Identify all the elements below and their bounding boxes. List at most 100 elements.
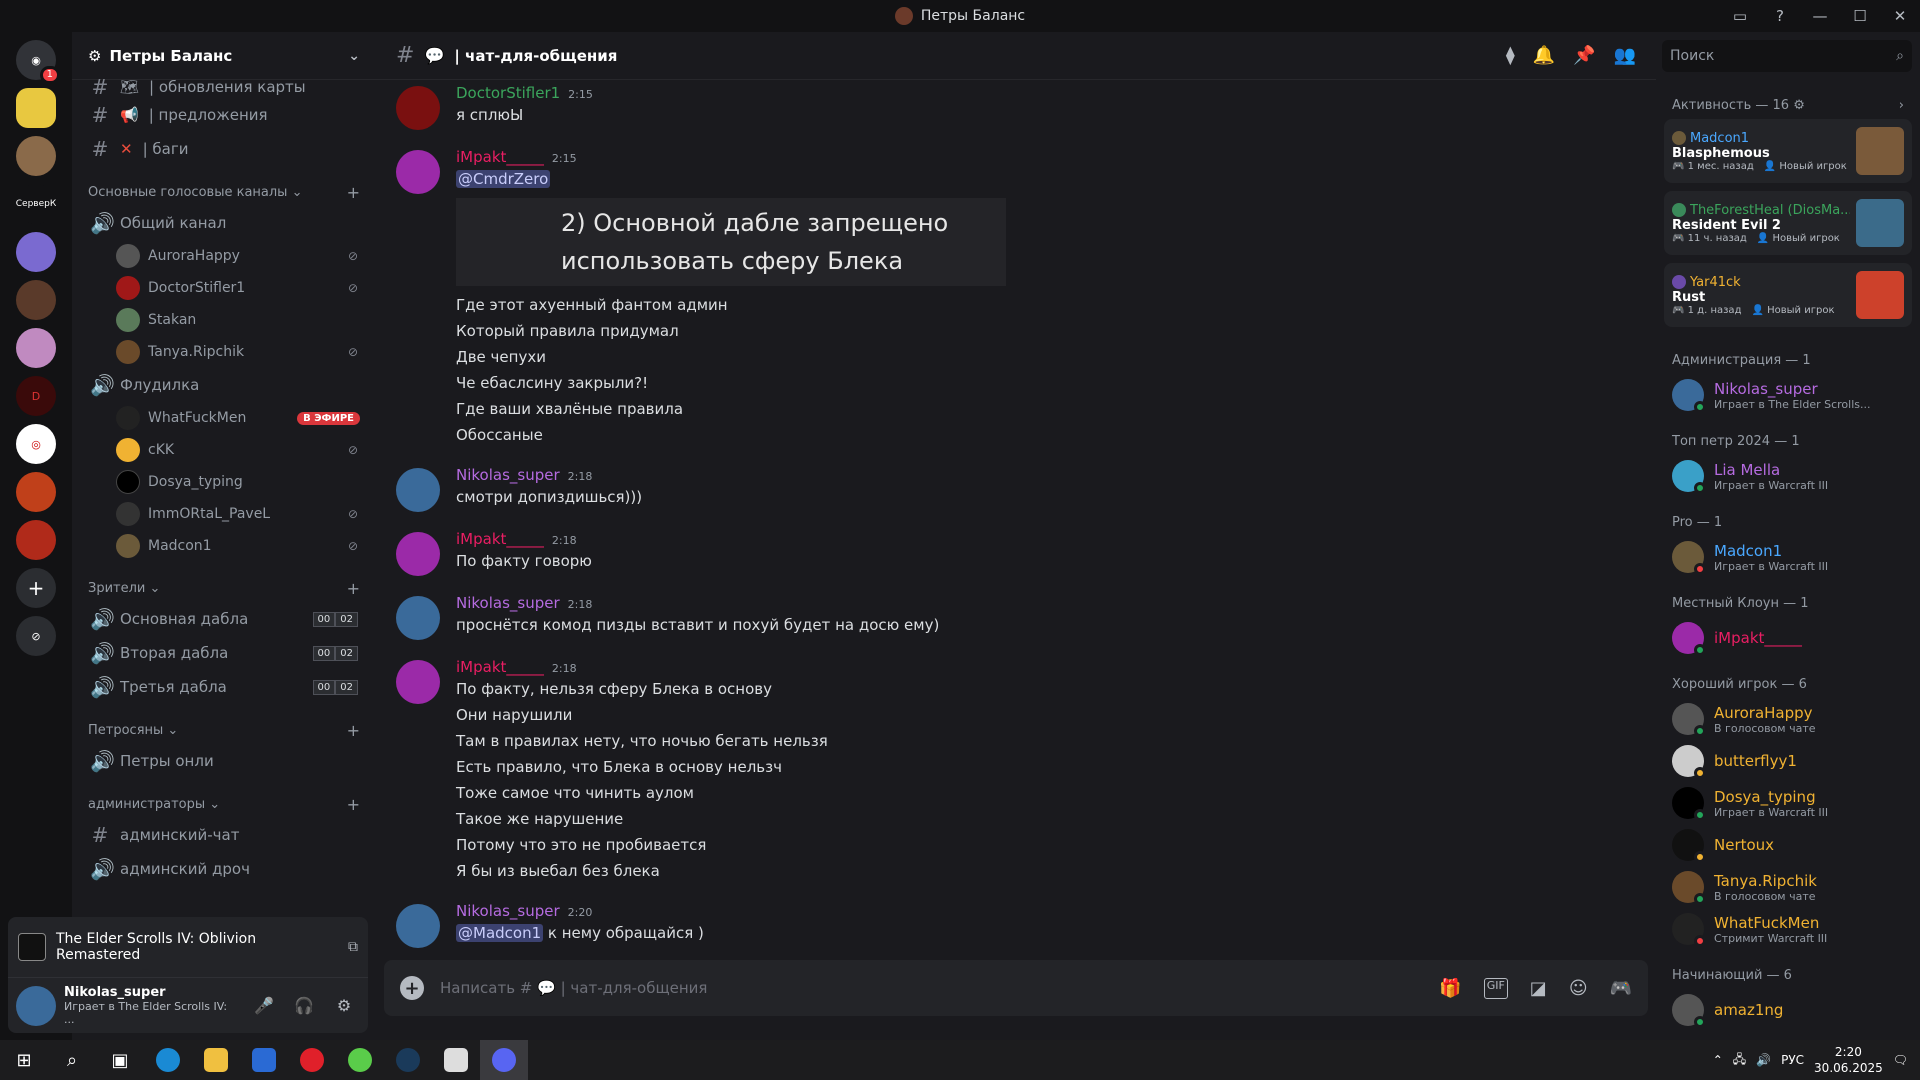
add-channel-icon[interactable]: +	[347, 183, 360, 202]
add-channel-icon[interactable]: +	[347, 579, 360, 598]
member-item[interactable]: iMpakt_____	[1664, 617, 1912, 659]
discord-icon[interactable]	[480, 1040, 528, 1080]
message-input[interactable]: Написать # 💬 | чат-для-общения	[440, 979, 707, 997]
category-header[interactable]: Петросяны ⌄ +	[80, 716, 368, 744]
voice-user[interactable]: ImmORtaL_PaveL ⊘	[80, 498, 368, 530]
chevron-right-icon[interactable]: ›	[1899, 98, 1904, 113]
sticker-icon[interactable]: ◪	[1530, 978, 1547, 999]
activity-card[interactable]: TheForestHeal (DiosMa... Resident Evil 2…	[1664, 191, 1912, 255]
voice-user[interactable]: WhatFuckMen В ЭФИРЕ	[80, 402, 368, 434]
add-channel-icon[interactable]: +	[347, 721, 360, 740]
embedded-image[interactable]: 2) Основной дабле запрещено использовать…	[456, 198, 1006, 286]
server-icon[interactable]: D	[16, 376, 56, 416]
category-header[interactable]: Зрители ⌄ +	[80, 574, 368, 602]
gear-icon[interactable]: ⚙	[328, 990, 360, 1022]
minimize-button[interactable]: —	[1800, 0, 1840, 32]
user-mention[interactable]: @Madcon1	[456, 924, 544, 942]
voice-channel[interactable]: 🔊 Флудилка	[80, 368, 368, 402]
avatar[interactable]	[396, 150, 440, 194]
voice-user[interactable]: Dosya_typing	[80, 466, 368, 498]
add-server-icon[interactable]: +	[16, 568, 56, 608]
add-channel-icon[interactable]: +	[347, 795, 360, 814]
avatar[interactable]	[396, 532, 440, 576]
network-icon[interactable]: 🖧	[1733, 1050, 1746, 1071]
voice-user[interactable]: cKK ⊘	[80, 434, 368, 466]
voice-channel[interactable]: 🔊 Вторая дабла 00 02	[80, 636, 368, 670]
member-item[interactable]: Dosya_typing Играет в Warcraft III	[1664, 782, 1912, 824]
member-item[interactable]: amaz1ng	[1664, 989, 1912, 1031]
store-icon[interactable]	[240, 1040, 288, 1080]
message-composer[interactable]: + Написать # 💬 | чат-для-общения 🎁 GIF ◪…	[384, 960, 1648, 1016]
member-item[interactable]: Nertoux	[1664, 824, 1912, 866]
channel-item[interactable]: # 🗺 | обновления карты	[80, 75, 368, 99]
message-author[interactable]: Nikolas_super	[456, 594, 560, 612]
message-author[interactable]: iMpakt_____	[456, 148, 544, 166]
avatar[interactable]	[396, 904, 440, 948]
emoji-icon[interactable]: ☺	[1569, 978, 1588, 999]
headphones-icon[interactable]: 🎧	[288, 990, 320, 1022]
member-item[interactable]: AuroraHappy В голосовом чате	[1664, 698, 1912, 740]
inbox-icon[interactable]: ▭	[1720, 0, 1760, 32]
member-item[interactable]: Lia Mella Играет в Warcraft III	[1664, 455, 1912, 497]
channel-item[interactable]: # ✕ | баги	[80, 132, 368, 166]
voice-channel[interactable]: 🔊 Третья дабла 00 02	[80, 670, 368, 704]
edge-icon[interactable]	[144, 1040, 192, 1080]
server-icon[interactable]	[16, 520, 56, 560]
message-author[interactable]: DoctorStifler1	[456, 84, 560, 102]
member-item[interactable]: Madcon1 Играет в Warcraft III	[1664, 536, 1912, 578]
category-header[interactable]: администраторы ⌄ +	[80, 790, 368, 818]
server-header[interactable]: ⚙ Петры Баланс ⌄	[72, 32, 376, 80]
server-icon[interactable]	[16, 232, 56, 272]
avatar[interactable]	[396, 86, 440, 130]
windows-start-icon[interactable]: ⊞	[0, 1040, 48, 1080]
server-icon[interactable]	[16, 136, 56, 176]
message-author[interactable]: iMpakt_____	[456, 658, 544, 676]
category-header[interactable]: Основные голосовые каналы ⌄ +	[80, 178, 368, 206]
avatar[interactable]	[396, 468, 440, 512]
member-item[interactable]: Tanya.Ripchik В голосовом чате	[1664, 866, 1912, 908]
voice-user[interactable]: DoctorStifler1 ⊘	[80, 272, 368, 304]
clock[interactable]: 2:20 30.06.2025	[1814, 1044, 1883, 1076]
voice-channel[interactable]: 🔊 админский дроч	[80, 852, 368, 886]
maximize-button[interactable]: ☐	[1840, 0, 1880, 32]
member-item[interactable]: butterflyy1	[1664, 740, 1912, 782]
avatar[interactable]	[396, 596, 440, 640]
server-icon-active[interactable]	[16, 280, 56, 320]
activity-panel[interactable]: The Elder Scrolls IV: Oblivion Remastere…	[8, 917, 368, 977]
voice-channel[interactable]: 🔊 Петры онли	[80, 744, 368, 778]
close-button[interactable]: ✕	[1880, 0, 1920, 32]
task-view-icon[interactable]: ▣	[96, 1040, 144, 1080]
server-icon[interactable]	[16, 88, 56, 128]
help-icon[interactable]: ?	[1760, 0, 1800, 32]
server-icon[interactable]: ◎	[16, 424, 56, 464]
user-mention[interactable]: @CmdrZero	[456, 170, 551, 188]
activity-card[interactable]: Yar41ck Rust 🎮 1 д. назад 👤 Новый игрок	[1664, 263, 1912, 327]
attach-button[interactable]: +	[400, 976, 424, 1000]
server-icon[interactable]	[16, 472, 56, 512]
avatar[interactable]	[16, 985, 56, 1026]
share-screen-icon[interactable]: ⧉	[348, 939, 358, 955]
opera-icon[interactable]	[288, 1040, 336, 1080]
language-indicator[interactable]: РУС	[1781, 1053, 1804, 1067]
microphone-icon[interactable]: 🎤	[248, 990, 280, 1022]
avatar[interactable]	[396, 660, 440, 704]
gif-icon[interactable]: GIF	[1483, 977, 1508, 999]
message-author[interactable]: Nikolas_super	[456, 902, 560, 920]
channel-item[interactable]: # админский-чат	[80, 818, 368, 852]
volume-icon[interactable]: 🔊	[1756, 1053, 1771, 1067]
member-list-icon[interactable]: 👥	[1614, 45, 1636, 66]
search-input[interactable]: Поиск ⌕	[1662, 40, 1912, 72]
voice-user[interactable]: AuroraHappy ⊘	[80, 240, 368, 272]
message-author[interactable]: Nikolas_super	[456, 466, 560, 484]
steam-icon[interactable]	[384, 1040, 432, 1080]
pin-icon[interactable]: 📌	[1573, 45, 1595, 66]
server-icon[interactable]	[16, 328, 56, 368]
bell-icon[interactable]: 🔔	[1533, 45, 1555, 66]
app-icon[interactable]	[336, 1040, 384, 1080]
chevron-up-icon[interactable]: ⌃	[1713, 1053, 1723, 1067]
activities-icon[interactable]: 🎮	[1610, 978, 1632, 999]
voice-channel[interactable]: 🔊 Общий канал	[80, 206, 368, 240]
member-item[interactable]: Nikolas_super Играет в The Elder Scrolls.…	[1664, 374, 1912, 416]
voice-user[interactable]: Madcon1 ⊘	[80, 530, 368, 562]
game-icon[interactable]	[432, 1040, 480, 1080]
